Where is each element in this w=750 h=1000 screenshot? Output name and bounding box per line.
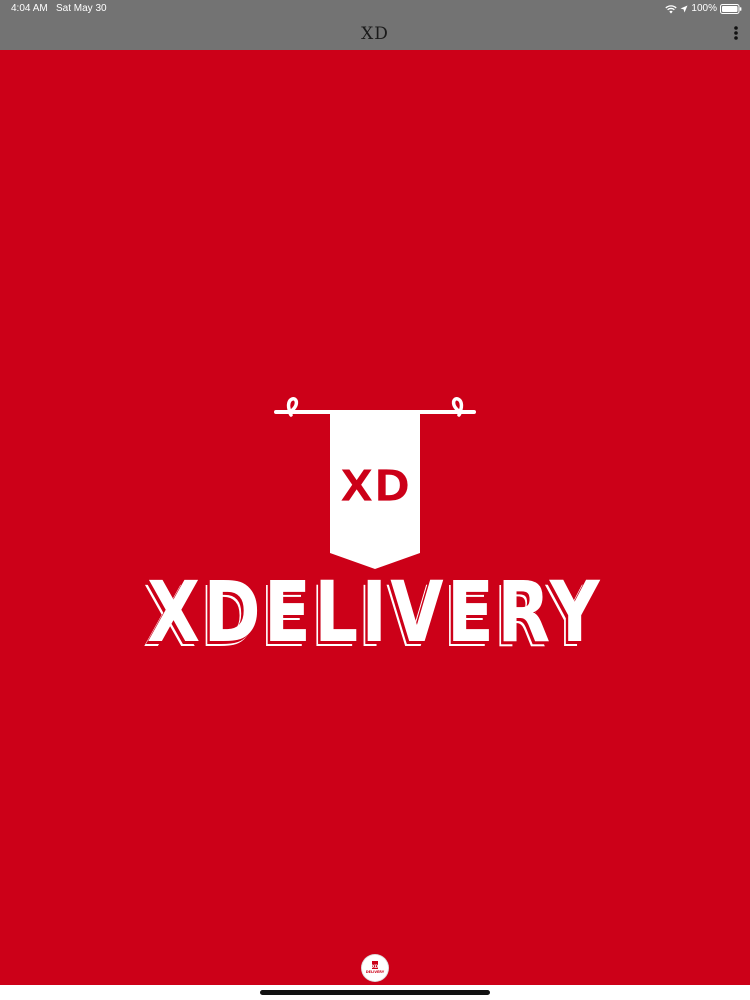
nav-title: XD xyxy=(361,24,389,44)
banner-logo-icon: XD xyxy=(274,397,476,569)
battery-percent: 100% xyxy=(691,3,717,14)
wifi-icon xyxy=(665,4,678,14)
status-right: 100% xyxy=(665,0,742,18)
home-indicator[interactable] xyxy=(260,990,490,995)
status-bar: 4:04 AM Sat May 30 100% xyxy=(0,0,750,18)
brand-name: XDELIVERY xyxy=(147,563,603,661)
app-screen: 4:04 AM Sat May 30 100% XD XD XDELIVERY … xyxy=(0,0,750,1000)
avatar-top-text: XD xyxy=(372,964,379,969)
more-vertical-icon[interactable] xyxy=(730,22,742,44)
battery-icon xyxy=(720,4,742,14)
status-date: Sat May 30 xyxy=(56,3,107,14)
location-arrow-icon xyxy=(680,5,688,13)
xdelivery-logo-icon[interactable]: XD DELIVERY xyxy=(362,955,388,981)
avatar-bottom-text: DELIVERY xyxy=(366,970,385,974)
status-time: 4:04 AM xyxy=(11,3,48,14)
banner-text: XD xyxy=(340,461,410,512)
top-bar: 4:04 AM Sat May 30 100% XD xyxy=(0,0,750,50)
